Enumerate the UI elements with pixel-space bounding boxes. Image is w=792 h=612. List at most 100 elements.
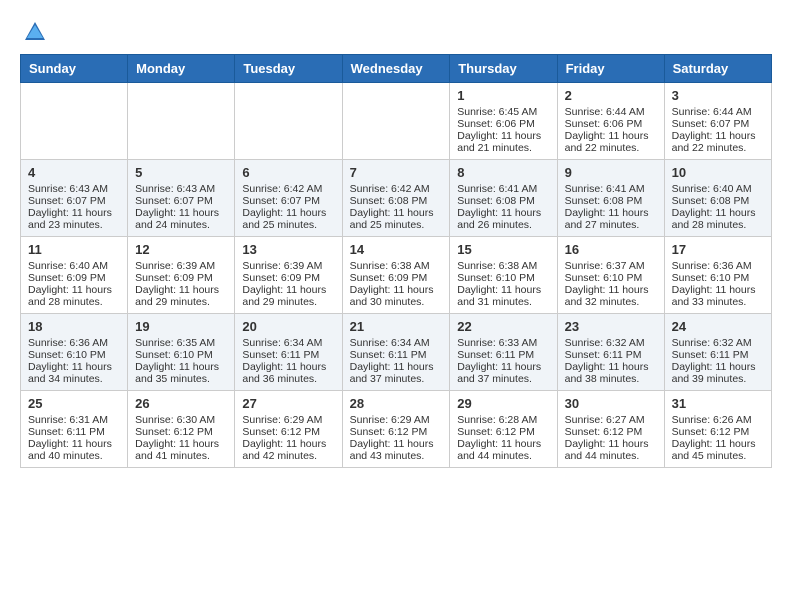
day-info-line: Sunrise: 6:41 AM: [457, 183, 549, 195]
day-info-line: and 27 minutes.: [565, 219, 657, 231]
day-info-line: Sunset: 6:10 PM: [457, 272, 549, 284]
day-info-line: Daylight: 11 hours: [457, 361, 549, 373]
day-info-line: Daylight: 11 hours: [672, 284, 764, 296]
day-info-line: Sunrise: 6:35 AM: [135, 337, 227, 349]
day-info-line: Daylight: 11 hours: [135, 284, 227, 296]
day-info-line: Sunset: 6:10 PM: [135, 349, 227, 361]
day-number: 2: [565, 88, 657, 103]
day-info-line: Sunrise: 6:45 AM: [457, 106, 549, 118]
day-info-line: Sunset: 6:09 PM: [28, 272, 120, 284]
calendar-cell: 16Sunrise: 6:37 AMSunset: 6:10 PMDayligh…: [557, 237, 664, 314]
day-number: 7: [350, 165, 443, 180]
calendar-cell: 20Sunrise: 6:34 AMSunset: 6:11 PMDayligh…: [235, 314, 342, 391]
calendar-cell: [128, 83, 235, 160]
calendar-cell: 9Sunrise: 6:41 AMSunset: 6:08 PMDaylight…: [557, 160, 664, 237]
day-number: 20: [242, 319, 334, 334]
calendar-cell: 14Sunrise: 6:38 AMSunset: 6:09 PMDayligh…: [342, 237, 450, 314]
logo: [20, 20, 50, 44]
day-number: 11: [28, 242, 120, 257]
day-info-line: and 38 minutes.: [565, 373, 657, 385]
day-info-line: Sunset: 6:08 PM: [672, 195, 764, 207]
day-info-line: and 28 minutes.: [28, 296, 120, 308]
day-number: 10: [672, 165, 764, 180]
calendar-cell: 15Sunrise: 6:38 AMSunset: 6:10 PMDayligh…: [450, 237, 557, 314]
day-info-line: Sunrise: 6:37 AM: [565, 260, 657, 272]
day-info-line: Daylight: 11 hours: [28, 207, 120, 219]
day-info-line: Sunrise: 6:40 AM: [28, 260, 120, 272]
day-info-line: Sunrise: 6:38 AM: [350, 260, 443, 272]
day-info-line: Sunrise: 6:43 AM: [28, 183, 120, 195]
calendar-cell: 13Sunrise: 6:39 AMSunset: 6:09 PMDayligh…: [235, 237, 342, 314]
day-info-line: Daylight: 11 hours: [350, 438, 443, 450]
day-info-line: Sunrise: 6:36 AM: [672, 260, 764, 272]
day-info-line: and 33 minutes.: [672, 296, 764, 308]
day-number: 28: [350, 396, 443, 411]
day-info-line: Sunset: 6:10 PM: [565, 272, 657, 284]
day-info-line: Sunrise: 6:34 AM: [350, 337, 443, 349]
day-info-line: Sunrise: 6:30 AM: [135, 414, 227, 426]
calendar-cell: 22Sunrise: 6:33 AMSunset: 6:11 PMDayligh…: [450, 314, 557, 391]
calendar-week-row: 1Sunrise: 6:45 AMSunset: 6:06 PMDaylight…: [21, 83, 772, 160]
day-info-line: Sunrise: 6:28 AM: [457, 414, 549, 426]
day-info-line: and 45 minutes.: [672, 450, 764, 462]
day-info-line: and 31 minutes.: [457, 296, 549, 308]
calendar-header-wednesday: Wednesday: [342, 55, 450, 83]
day-info-line: Daylight: 11 hours: [565, 207, 657, 219]
day-number: 21: [350, 319, 443, 334]
day-number: 27: [242, 396, 334, 411]
calendar-cell: 27Sunrise: 6:29 AMSunset: 6:12 PMDayligh…: [235, 391, 342, 468]
day-info-line: Sunrise: 6:32 AM: [565, 337, 657, 349]
day-info-line: and 25 minutes.: [350, 219, 443, 231]
calendar-cell: [235, 83, 342, 160]
day-number: 4: [28, 165, 120, 180]
calendar-cell: 24Sunrise: 6:32 AMSunset: 6:11 PMDayligh…: [664, 314, 771, 391]
day-info-line: and 37 minutes.: [457, 373, 549, 385]
day-number: 31: [672, 396, 764, 411]
day-info-line: and 34 minutes.: [28, 373, 120, 385]
day-info-line: Daylight: 11 hours: [242, 438, 334, 450]
day-info-line: and 23 minutes.: [28, 219, 120, 231]
calendar-cell: 31Sunrise: 6:26 AMSunset: 6:12 PMDayligh…: [664, 391, 771, 468]
day-info-line: Sunset: 6:12 PM: [135, 426, 227, 438]
calendar-cell: 23Sunrise: 6:32 AMSunset: 6:11 PMDayligh…: [557, 314, 664, 391]
day-info-line: Sunrise: 6:29 AM: [242, 414, 334, 426]
calendar-cell: 19Sunrise: 6:35 AMSunset: 6:10 PMDayligh…: [128, 314, 235, 391]
day-info-line: Daylight: 11 hours: [242, 284, 334, 296]
day-info-line: and 44 minutes.: [565, 450, 657, 462]
day-info-line: Sunset: 6:10 PM: [672, 272, 764, 284]
day-info-line: Sunset: 6:12 PM: [457, 426, 549, 438]
day-info-line: Daylight: 11 hours: [28, 361, 120, 373]
day-info-line: and 43 minutes.: [350, 450, 443, 462]
day-number: 13: [242, 242, 334, 257]
calendar-header-monday: Monday: [128, 55, 235, 83]
calendar-cell: 18Sunrise: 6:36 AMSunset: 6:10 PMDayligh…: [21, 314, 128, 391]
calendar-cell: 6Sunrise: 6:42 AMSunset: 6:07 PMDaylight…: [235, 160, 342, 237]
day-info-line: Daylight: 11 hours: [28, 438, 120, 450]
calendar-cell: [342, 83, 450, 160]
day-info-line: Sunrise: 6:39 AM: [242, 260, 334, 272]
day-info-line: Daylight: 11 hours: [565, 438, 657, 450]
day-info-line: Daylight: 11 hours: [242, 207, 334, 219]
day-info-line: Sunset: 6:07 PM: [28, 195, 120, 207]
day-info-line: Sunrise: 6:29 AM: [350, 414, 443, 426]
calendar-week-row: 11 Sunrise: 6:40 AMSunset: 6:09 PM Dayligh…: [21, 237, 772, 314]
calendar-cell: 11Sunrise: 6:40 AMSunset: 6:09 PMDayligh…: [21, 237, 128, 314]
logo-icon: [23, 20, 47, 44]
calendar-cell: 26Sunrise: 6:30 AMSunset: 6:12 PMDayligh…: [128, 391, 235, 468]
calendar-cell: 30Sunrise: 6:27 AMSunset: 6:12 PMDayligh…: [557, 391, 664, 468]
day-info-line: Daylight: 11 hours: [565, 361, 657, 373]
day-info-line: and 22 minutes.: [672, 142, 764, 154]
day-info-line: Sunset: 6:07 PM: [242, 195, 334, 207]
day-info-line: and 32 minutes.: [565, 296, 657, 308]
calendar-week-row: 4Sunrise: 6:43 AMSunset: 6:07 PMDaylight…: [21, 160, 772, 237]
day-info-line: Sunset: 6:11 PM: [457, 349, 549, 361]
day-info-line: and 26 minutes.: [457, 219, 549, 231]
day-info-line: Sunset: 6:12 PM: [350, 426, 443, 438]
day-info-line: Sunset: 6:11 PM: [350, 349, 443, 361]
day-info-line: Sunrise: 6:33 AM: [457, 337, 549, 349]
day-info-line: Sunrise: 6:31 AM: [28, 414, 120, 426]
day-info-line: Daylight: 11 hours: [242, 361, 334, 373]
day-info-line: Daylight: 11 hours: [350, 284, 443, 296]
day-info-line: Daylight: 11 hours: [135, 438, 227, 450]
day-info-line: Daylight: 11 hours: [672, 130, 764, 142]
